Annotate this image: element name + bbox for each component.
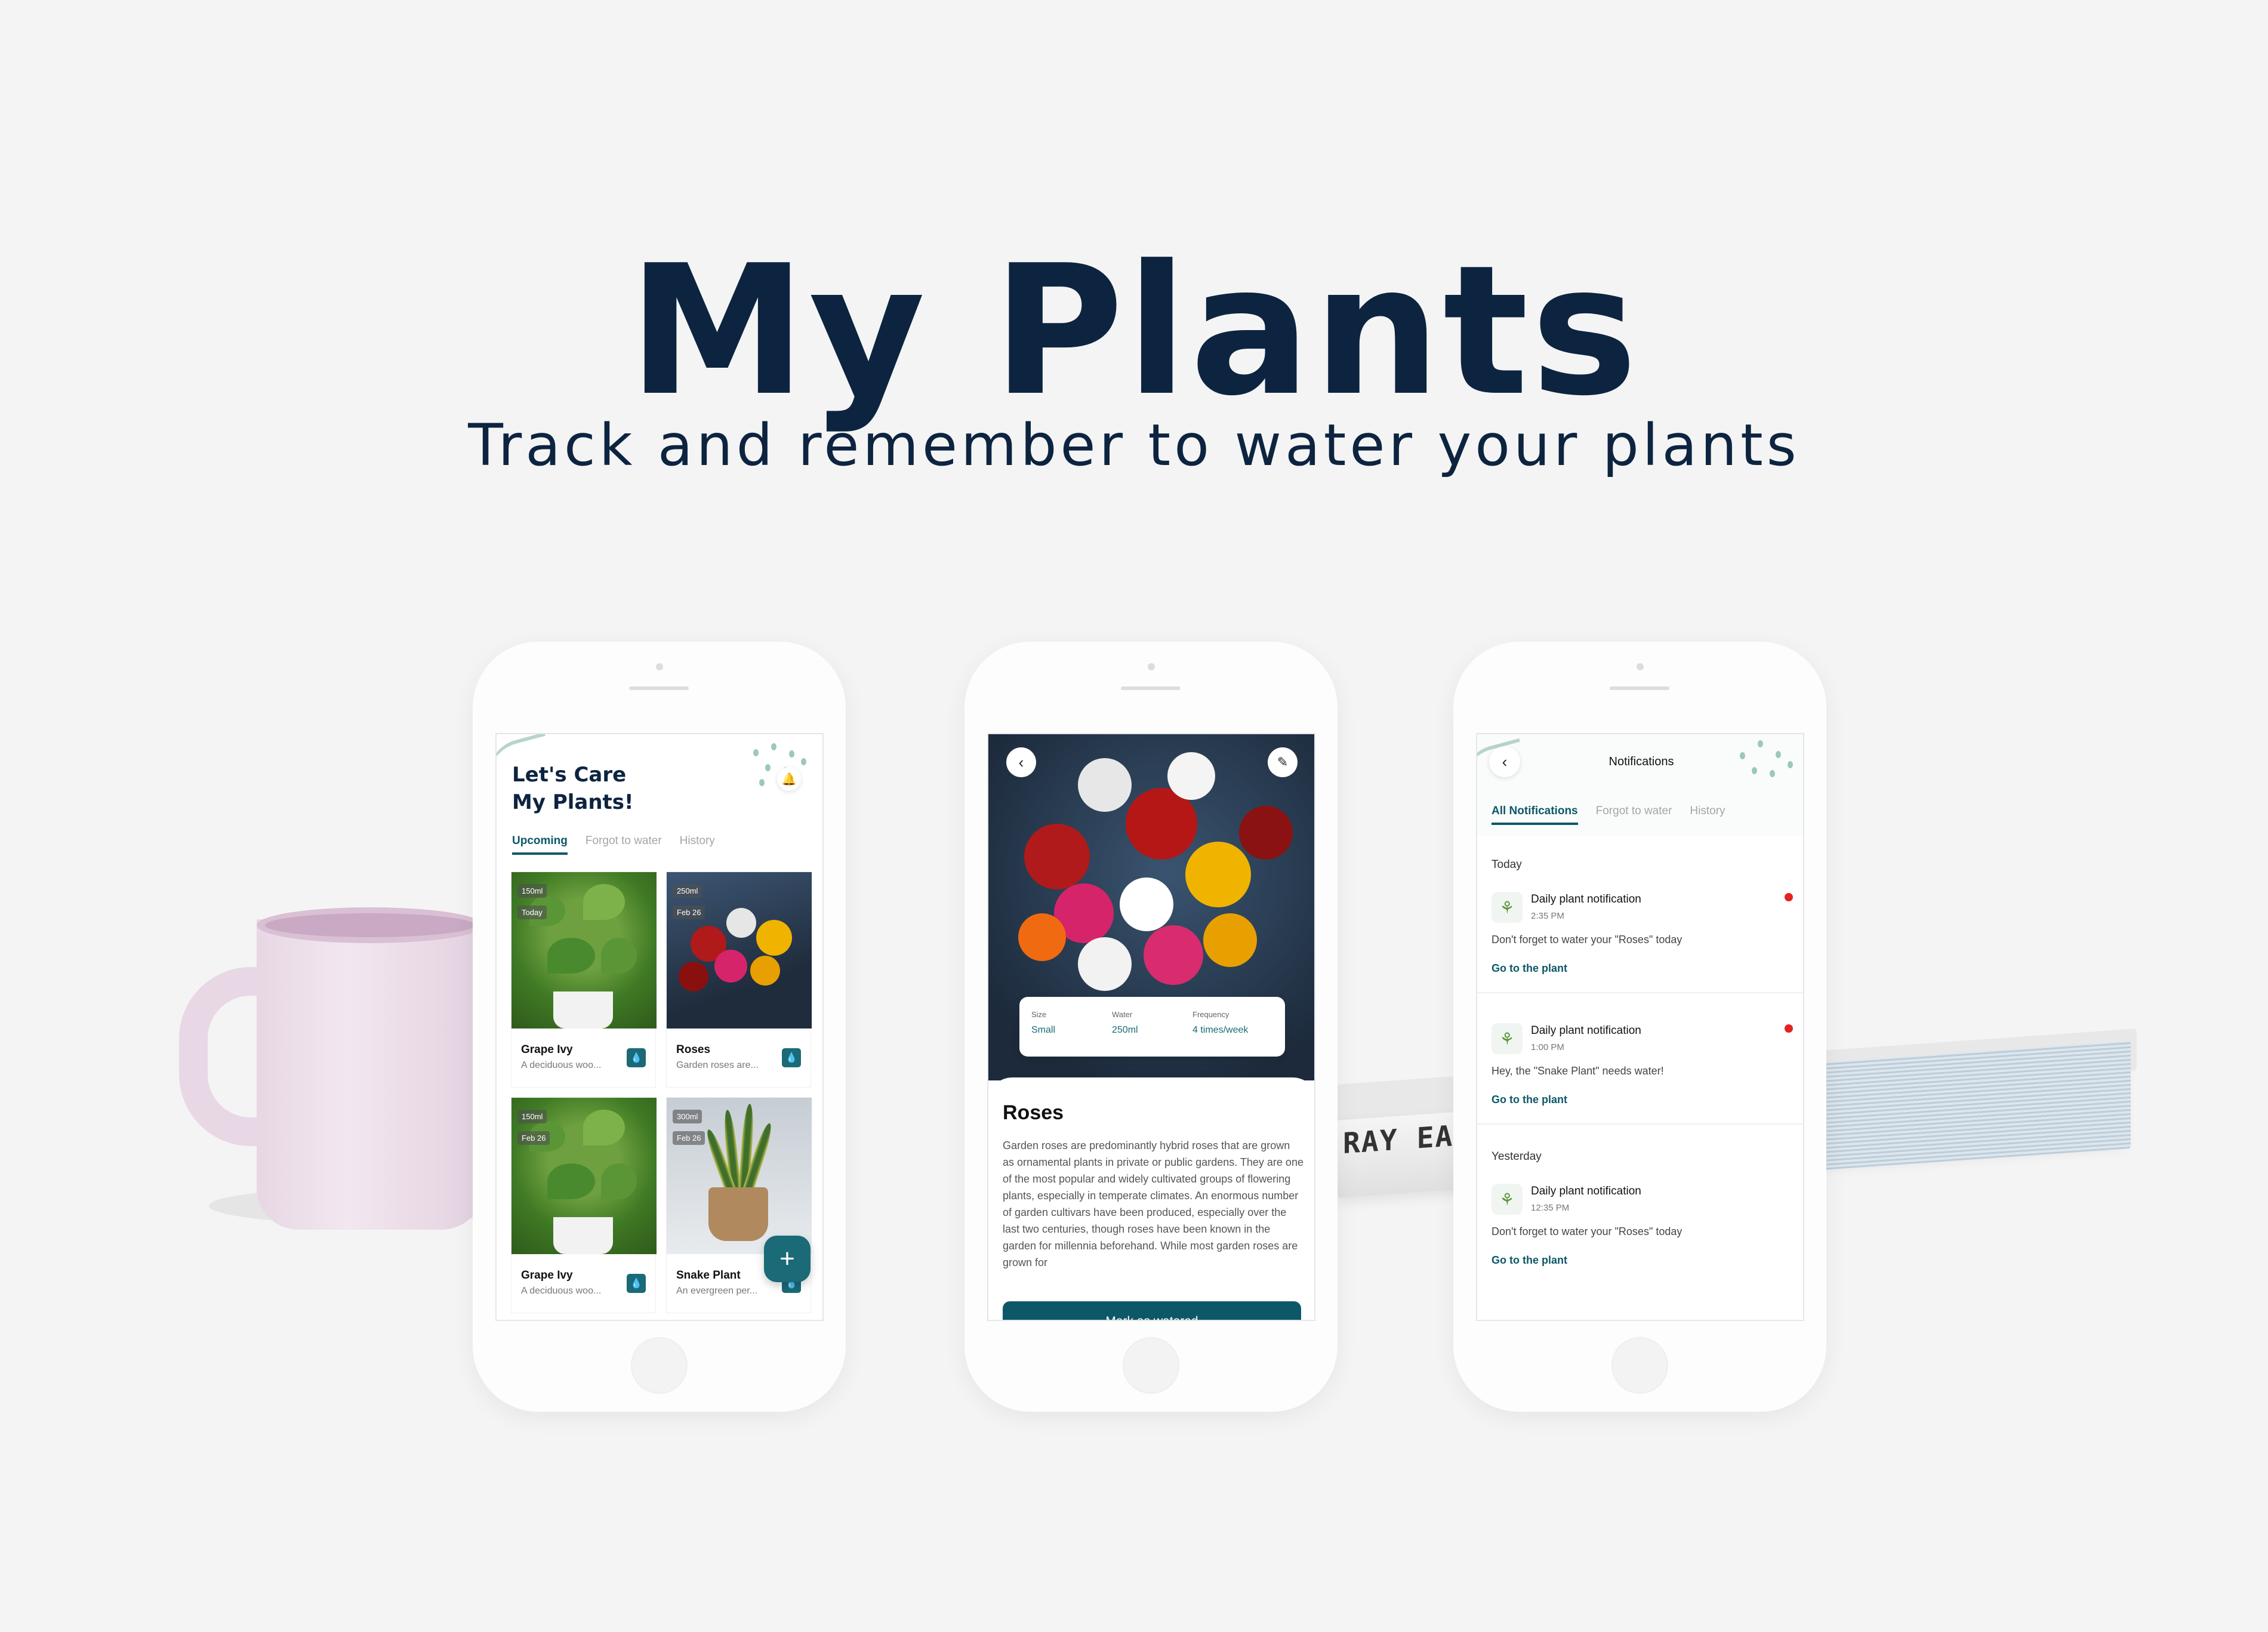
tab-history[interactable]: History (1690, 805, 1725, 825)
notifications-screen: ‹ Notifications All Notifications Forgot… (1476, 733, 1804, 1321)
hero-title: My Plants (628, 227, 1640, 435)
add-plant-button[interactable]: + (764, 1236, 811, 1282)
go-to-plant-link[interactable]: Go to the plant (1492, 1254, 1567, 1267)
water-date-badge: Feb 26 (673, 1131, 705, 1145)
go-to-plant-link[interactable]: Go to the plant (1492, 962, 1567, 975)
phone-home: Let's Care My Plants! 🔔 Upcoming Forgot … (473, 642, 846, 1412)
home-button[interactable] (1611, 1337, 1668, 1394)
water-date-badge: Today (517, 906, 547, 919)
tab-all-notifications[interactable]: All Notifications (1492, 805, 1578, 825)
home-button[interactable] (631, 1337, 688, 1394)
plant-photo: 150ml Feb 26 (511, 1098, 657, 1254)
water-date-badge: Feb 26 (517, 1131, 550, 1145)
section-yesterday: Yesterday (1492, 1150, 1542, 1163)
back-icon[interactable]: ‹ (1006, 747, 1036, 777)
plant-description: A deciduous woo... (521, 1286, 602, 1296)
water-drop-icon[interactable]: 💧 (782, 1048, 801, 1067)
notification-tabs: All Notifications Forgot to water Histor… (1492, 805, 1725, 825)
plant-description: Garden roses are predominantly hybrid ro… (1003, 1140, 1304, 1268)
water-date-badge: Feb 26 (673, 906, 705, 919)
tab-forgot-to-water[interactable]: Forgot to water (1596, 805, 1672, 825)
water-amount-badge: 150ml (517, 1110, 547, 1123)
plant-card[interactable]: 150ml Feb 26 Grape Ivy A deciduous woo..… (511, 1097, 657, 1313)
plant-name: Grape Ivy (521, 1043, 573, 1056)
hero-subtitle: Track and remember to water your plants (468, 412, 1800, 479)
tab-history[interactable]: History (680, 835, 715, 855)
bell-icon[interactable]: 🔔 (777, 767, 801, 791)
plant-photo: 150ml Today (511, 872, 657, 1029)
plant-description: An evergreen per... (676, 1286, 758, 1296)
notifications-header: ‹ Notifications All Notifications Forgot… (1477, 734, 1803, 836)
detail-screen: ‹ ✎ Roses Garden roses are predominantly… (987, 733, 1315, 1321)
phone-detail: ‹ ✎ Roses Garden roses are predominantly… (964, 642, 1338, 1412)
plant-description: Garden roses are... (676, 1060, 759, 1070)
home-screen: Let's Care My Plants! 🔔 Upcoming Forgot … (495, 733, 824, 1321)
plant-name: Snake Plant (676, 1269, 741, 1282)
info-frequency: Frequency 4 times/week (1192, 1010, 1249, 1035)
plant-icon: ⚘ (1492, 892, 1523, 923)
water-drop-icon[interactable]: 💧 (627, 1274, 646, 1293)
plant-photo: 300ml Feb 26 (667, 1098, 812, 1254)
water-amount-badge: 250ml (673, 884, 702, 898)
plant-name: Grape Ivy (521, 1269, 573, 1282)
plant-name: Roses (676, 1043, 711, 1056)
unread-dot (1785, 1024, 1793, 1033)
plant-info-box: Size Small Water 250ml Frequency 4 times… (1019, 997, 1285, 1057)
go-to-plant-link[interactable]: Go to the plant (1492, 1094, 1567, 1106)
detail-body: Roses Garden roses are predominantly hyb… (988, 1077, 1314, 1320)
water-drop-icon[interactable]: 💧 (627, 1048, 646, 1067)
home-title: Let's Care My Plants! (512, 763, 634, 814)
plant-icon: ⚘ (1492, 1184, 1523, 1215)
home-button[interactable] (1123, 1337, 1179, 1394)
plant-card[interactable]: 250ml Feb 26 Roses Garden roses are... 💧 (666, 872, 812, 1088)
notifications-title: Notifications (1608, 755, 1674, 768)
info-water: Water 250ml (1112, 1010, 1138, 1035)
mark-as-watered-button[interactable]: Mark as watered (1003, 1301, 1301, 1320)
plant-title: Roses (1003, 1101, 1064, 1124)
pencil-icon[interactable]: ✎ (1268, 747, 1298, 777)
tab-forgot-to-water[interactable]: Forgot to water (586, 835, 662, 855)
home-tabs: Upcoming Forgot to water History (512, 835, 715, 855)
tab-upcoming[interactable]: Upcoming (512, 835, 568, 855)
plant-photo: 250ml Feb 26 (667, 872, 812, 1029)
water-amount-badge: 150ml (517, 884, 547, 898)
plant-icon: ⚘ (1492, 1023, 1523, 1054)
unread-dot (1785, 893, 1793, 901)
notification-item[interactable]: ⚘ Daily plant notification 1:00 PM Hey, … (1492, 1023, 1793, 1113)
notification-item[interactable]: ⚘ Daily plant notification 2:35 PM Don't… (1492, 892, 1793, 981)
mug-prop (173, 901, 519, 1236)
section-today: Today (1492, 858, 1522, 871)
notification-item[interactable]: ⚘ Daily plant notification 12:35 PM Don'… (1492, 1184, 1793, 1273)
water-amount-badge: 300ml (673, 1110, 702, 1123)
plant-card[interactable]: 150ml Today Grape Ivy A deciduous woo...… (511, 872, 657, 1088)
info-size: Size Small (1031, 1010, 1056, 1035)
phone-notifications: ‹ Notifications All Notifications Forgot… (1453, 642, 1826, 1412)
plant-description: A deciduous woo... (521, 1060, 602, 1070)
